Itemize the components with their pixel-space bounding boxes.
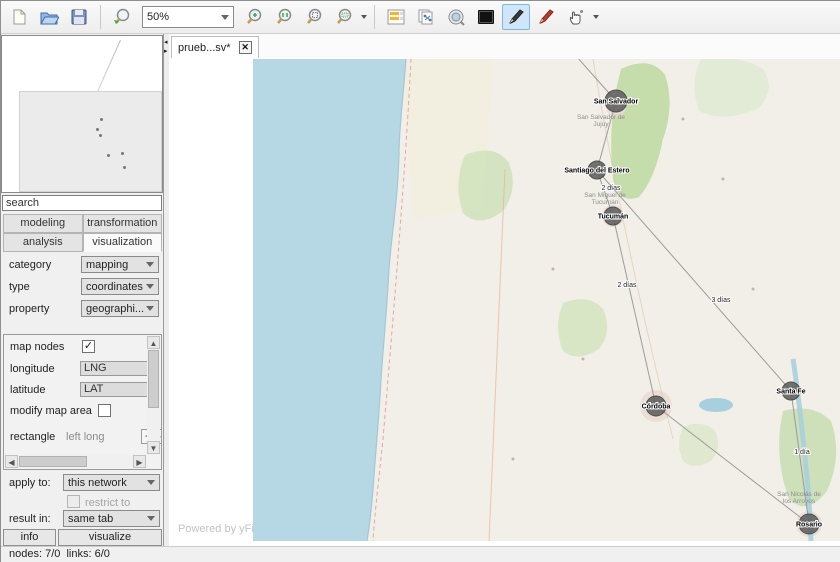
close-icon[interactable]: ✕ — [239, 41, 252, 54]
property-label: property — [9, 303, 49, 315]
map-attribution: Powered by yFile — [178, 523, 262, 535]
preview-lens-icon[interactable] — [442, 4, 470, 30]
document-tabbar: prueb...sv* ✕ — [169, 34, 840, 58]
sidebar: modeling transformation analysis visuali… — [1, 34, 164, 546]
overview-node-dot — [107, 154, 110, 157]
longitude-label: longitude — [10, 363, 55, 375]
zoom-tools-caret-icon[interactable] — [361, 15, 367, 19]
application-window: 50% — [0, 0, 840, 562]
scroll-up-icon[interactable]: ▲ — [147, 336, 160, 349]
modify-map-area-checkbox[interactable] — [98, 404, 111, 417]
type-select[interactable]: coordinates — [81, 278, 159, 295]
zoom-level-value: 50% — [147, 11, 169, 23]
overview-node-dot — [121, 152, 124, 155]
overview-node-dot — [123, 166, 126, 169]
zoom-level-combobox[interactable]: 50% — [142, 6, 234, 28]
property-select[interactable]: geographi... — [81, 300, 159, 317]
overview-node-dot — [99, 134, 102, 137]
graph-node-label: Tucumán — [598, 214, 629, 221]
params-vertical-scrollbar[interactable]: ▲ ▼ — [147, 336, 160, 454]
save-file-icon[interactable] — [65, 4, 93, 30]
expand-right-icon[interactable]: ▸ — [164, 48, 168, 55]
toolbar: 50% — [1, 1, 840, 34]
apply-to-label: apply to: — [9, 477, 51, 489]
chevron-down-icon — [146, 306, 154, 311]
chevron-down-icon — [146, 284, 154, 289]
mapping-parameters-panel: map nodes ✓ longitude LNG latitude LAT m… — [3, 334, 162, 470]
collapse-left-icon[interactable]: ◂ — [164, 39, 168, 46]
restrict-to-selection-checkbox[interactable] — [67, 495, 80, 508]
map-view[interactable]: San Salvador deJujuySan Miguel deTucumán… — [253, 59, 840, 541]
longitude-field[interactable]: LNG — [80, 361, 148, 376]
modify-map-area-label: modify map area — [10, 405, 92, 417]
new-file-icon[interactable] — [5, 4, 33, 30]
open-file-icon[interactable] — [35, 4, 63, 30]
pan-hand-icon[interactable] — [562, 4, 590, 30]
document-tab[interactable]: prueb...sv* ✕ — [171, 36, 259, 58]
latitude-label: latitude — [10, 384, 45, 396]
category-select[interactable]: mapping — [81, 256, 159, 273]
search-input[interactable] — [2, 195, 162, 211]
zoom-area-icon[interactable] — [330, 4, 358, 30]
scroll-right-icon[interactable]: ▶ — [133, 455, 146, 468]
tab-modeling[interactable]: modeling — [3, 214, 83, 233]
graph-node-label: Santa Fe — [776, 389, 805, 396]
result-in-select[interactable]: same tab — [63, 510, 160, 527]
overview-node-dot — [96, 128, 99, 131]
overview-pane[interactable] — [1, 35, 163, 193]
zoom-original-icon[interactable] — [270, 4, 298, 30]
graph-node-label: Santiago del Estero — [564, 168, 629, 175]
map-city-label: San Nicolás delos Arroyos — [777, 491, 821, 505]
left-long-label: left long — [66, 431, 105, 443]
console-icon[interactable] — [472, 4, 500, 30]
document-canvas[interactable]: prueb...sv* ✕ Powered by yFile — [169, 34, 840, 546]
result-in-label: result in: — [9, 513, 51, 525]
chevron-down-icon — [146, 262, 154, 267]
zoom-selection-icon[interactable] — [300, 4, 328, 30]
graph-node-label: Rosario — [796, 522, 822, 529]
document-tab-title: prueb...sv* — [178, 42, 231, 54]
graph-node-label: Córdoba — [642, 404, 671, 411]
fit-zoom-icon[interactable] — [108, 4, 136, 30]
graph-node-label: San Salvador — [594, 99, 639, 106]
map-nodes-checkbox[interactable]: ✓ — [82, 340, 95, 353]
overview-node-dot — [100, 118, 103, 121]
type-label: type — [9, 281, 30, 293]
toolbar-separator — [374, 5, 375, 29]
copy-network-icon[interactable] — [412, 4, 440, 30]
edge-label: 2 días — [617, 282, 637, 289]
overview-viewport-rect[interactable] — [19, 91, 162, 192]
visualize-button[interactable]: visualize — [58, 529, 162, 546]
tab-analysis[interactable]: analysis — [3, 233, 83, 252]
params-horizontal-scrollbar[interactable]: ◀ ▶ — [5, 455, 146, 468]
map-nodes-label: map nodes — [10, 341, 64, 353]
latitude-field[interactable]: LAT — [80, 382, 148, 397]
pan-tools-caret-icon[interactable] — [593, 15, 599, 19]
rectangle-label: rectangle — [10, 431, 55, 443]
tab-transformation[interactable]: transformation — [83, 214, 163, 233]
zoom-in-icon[interactable] — [240, 4, 268, 30]
sidebar-tabs: modeling transformation analysis visuali… — [3, 214, 162, 252]
status-bar: nodes: 7/0 links: 6/0 — [1, 546, 840, 562]
edge-label: 1 día — [794, 449, 810, 456]
edit-pencil-black-icon[interactable] — [502, 4, 530, 30]
tab-visualization[interactable]: visualization — [83, 233, 163, 252]
edit-pencil-red-icon[interactable] — [532, 4, 560, 30]
panel-settings-icon[interactable] — [382, 4, 410, 30]
edge-label: 3 días — [711, 297, 731, 304]
chevron-down-icon — [147, 480, 155, 485]
toolbar-separator — [100, 5, 101, 29]
scroll-down-icon[interactable]: ▼ — [147, 441, 160, 454]
chevron-down-icon — [221, 15, 229, 20]
info-button[interactable]: info — [3, 529, 56, 546]
apply-to-select[interactable]: this network — [63, 474, 160, 491]
category-label: category — [9, 259, 51, 271]
chevron-down-icon — [147, 516, 155, 521]
scroll-left-icon[interactable]: ◀ — [5, 455, 18, 468]
